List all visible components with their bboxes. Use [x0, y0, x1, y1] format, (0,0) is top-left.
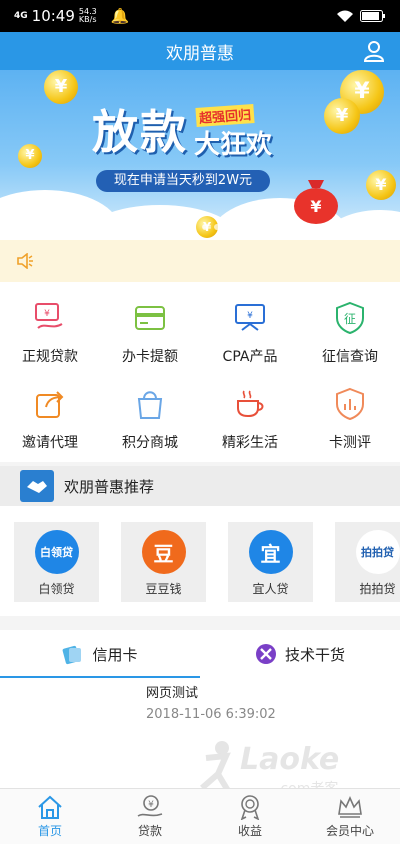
menu-item-life[interactable]: 精彩生活: [200, 378, 300, 464]
product-card[interactable]: 宜 宜人贷: [228, 522, 313, 602]
menu-item-label: 正规贷款: [22, 349, 78, 365]
medal-icon: [240, 795, 260, 820]
product-name: 白领贷: [38, 582, 75, 596]
credit-check-icon: 征: [336, 301, 364, 335]
home-icon: [38, 795, 62, 819]
menu-item-label: 邀请代理: [22, 435, 78, 451]
banner-tag-big: 大狂欢: [194, 130, 273, 160]
product-logo: 豆: [141, 530, 186, 574]
feature-menu-grid: ¥ 正规贷款 办卡提额 ¥ CPA产品 征 征信查询 邀请代理 积分商城 精彩生…: [0, 282, 400, 462]
user-profile-icon[interactable]: [362, 39, 386, 63]
list-item[interactable]: 网页测试 2018-11-06 6:39:02: [146, 682, 276, 722]
svg-text:征: 征: [344, 312, 356, 326]
nav-loan[interactable]: ¥ 贷款: [100, 789, 200, 844]
article-title: 网页测试: [146, 686, 199, 701]
svg-text:¥: ¥: [148, 800, 154, 810]
content-tabs: 信用卡 技术干货: [0, 630, 400, 678]
menu-item-label: 积分商城: [122, 435, 178, 451]
loan-hand-icon: ¥: [137, 795, 163, 817]
svg-text:¥: ¥: [44, 309, 50, 319]
tab-label: 信用卡: [92, 645, 138, 664]
menu-item-label: 征信查询: [322, 349, 378, 365]
status-icons: [336, 9, 386, 23]
wifi-icon: [337, 10, 353, 22]
product-carousel: 白领贷 白领贷 豆 豆豆钱 宜 宜人贷 拍拍贷 拍拍贷: [0, 506, 400, 616]
credit-card-icon: [63, 645, 82, 665]
product-name: 拍拍贷: [359, 582, 396, 596]
banner-headline: 放款: [92, 105, 188, 159]
carousel-dots: [188, 224, 220, 230]
app-header: 欢朋普惠: [0, 32, 400, 70]
product-logo: 拍拍贷: [355, 530, 400, 574]
product-card[interactable]: 豆 豆豆钱: [121, 522, 206, 602]
cup-icon: [237, 390, 264, 418]
coin-decoration: ¥: [366, 170, 396, 200]
speaker-icon: [17, 253, 33, 269]
product-card[interactable]: 拍拍贷 拍拍贷: [335, 522, 400, 602]
coin-decoration: ¥: [324, 98, 360, 134]
menu-item-card-review[interactable]: 卡测评: [300, 378, 400, 464]
nav-earnings[interactable]: 收益: [200, 789, 300, 844]
menu-item-label: 卡测评: [329, 435, 371, 451]
signal-indicator: 4G: [14, 11, 28, 21]
menu-item-label: 办卡提额: [122, 349, 178, 365]
carousel-dot[interactable]: [202, 224, 208, 230]
svg-text:¥: ¥: [310, 197, 321, 216]
tab-label: 技术干货: [284, 645, 345, 664]
chart-icon: [336, 387, 364, 421]
page-title: 欢朋普惠: [166, 43, 234, 64]
product-name: 宜人贷: [252, 582, 289, 596]
menu-item-cpa[interactable]: ¥ CPA产品: [200, 292, 300, 378]
coin-decoration: ¥: [18, 144, 42, 168]
menu-item-credit-check[interactable]: 征 征信查询: [300, 292, 400, 378]
loan-icon: ¥: [35, 303, 63, 329]
bottom-navigation: 首页 ¥ 贷款 收益 会员中心: [0, 788, 400, 844]
crown-icon: [338, 796, 362, 818]
product-name: 豆豆钱: [145, 582, 182, 596]
article-list: 网页测试 2018-11-06 6:39:02 Laoke .com老客: [0, 678, 400, 797]
svg-text:¥: ¥: [247, 311, 253, 321]
menu-item-loan[interactable]: ¥ 正规贷款: [0, 292, 100, 378]
status-bar: 4G 10:49 54.3 KB/s 🔔: [0, 0, 400, 32]
shopping-bag-icon: [137, 391, 163, 419]
nav-label: 收益: [237, 824, 262, 838]
article-date: 2018-11-06 6:39:02: [146, 707, 276, 722]
network-speed: 54.3 KB/s: [78, 7, 97, 24]
product-logo: 宜: [248, 530, 293, 574]
carousel-dot[interactable]: [188, 224, 196, 230]
carousel-dot[interactable]: [214, 224, 220, 230]
banner-subline: 现在申请当天秒到2W元: [96, 170, 270, 192]
menu-item-card[interactable]: 办卡提额: [100, 292, 200, 378]
product-logo: 白领贷: [34, 530, 79, 574]
handshake-icon: [20, 470, 54, 502]
tab-tech[interactable]: 技术干货: [200, 630, 400, 678]
share-icon: [36, 391, 64, 418]
product-card[interactable]: 白领贷 白领贷: [14, 522, 99, 602]
battery-icon: [360, 10, 385, 22]
tools-icon: [255, 644, 276, 664]
menu-item-points-mall[interactable]: 积分商城: [100, 378, 200, 464]
nav-home[interactable]: 首页: [0, 789, 100, 844]
nav-label: 会员中心: [325, 824, 374, 838]
money-bag-icon: ¥: [294, 180, 338, 224]
recommend-header: 欢朋普惠推荐: [0, 466, 400, 506]
tab-credit-card[interactable]: 信用卡: [0, 630, 200, 678]
nav-member-center[interactable]: 会员中心: [300, 789, 400, 844]
watermark-text: Laoke: [240, 742, 340, 777]
nav-label: 贷款: [137, 824, 162, 838]
notice-bar[interactable]: [0, 240, 400, 282]
card-icon: [135, 306, 165, 330]
clock: 10:49: [31, 7, 75, 25]
promo-banner[interactable]: ¥ ¥ ¥ ¥ ¥ ¥ 放款 超强回归 大狂欢 现在申请当天秒到2W元 ¥: [0, 70, 400, 240]
menu-item-label: CPA产品: [222, 349, 278, 365]
nav-label: 首页: [37, 824, 62, 838]
cpa-icon: ¥: [235, 304, 265, 331]
coin-decoration: ¥: [44, 70, 78, 104]
recommend-title: 欢朋普惠推荐: [64, 477, 155, 496]
notification-icon: 🔔: [110, 7, 130, 25]
menu-item-invite[interactable]: 邀请代理: [0, 378, 100, 464]
menu-item-label: 精彩生活: [222, 435, 278, 451]
